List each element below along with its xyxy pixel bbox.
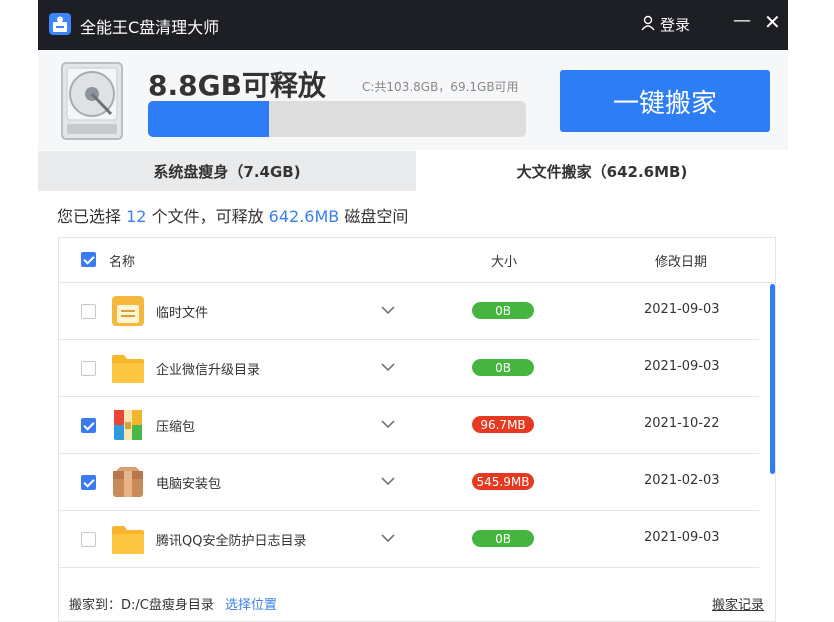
login-button[interactable]: 登录 [640,14,690,35]
table-row[interactable]: 临时文件 0B 2021-09-03 [59,283,759,340]
tab-bar: 系统盘瘦身（7.4GB) 大文件搬家（642.6MB) [38,151,788,191]
select-all-checkbox[interactable] [81,252,96,267]
app-title: 全能王C盘清理大师 [80,18,220,37]
modified-date: 2021-09-03 [644,530,720,545]
chevron-down-icon[interactable] [381,301,395,319]
package-icon [113,467,143,497]
size-badge: 545.9MB [472,473,534,490]
chevron-down-icon[interactable] [381,529,395,547]
file-name: 临时文件 [156,306,209,321]
close-button[interactable]: ✕ [764,10,781,34]
releasable-size: 8.8GB可释放 [148,69,326,102]
file-name: 压缩包 [156,420,196,435]
modified-date: 2021-02-03 [644,473,720,488]
size-badge: 96.7MB [472,416,534,433]
folder-icon [112,526,144,554]
disk-capacity-info: C:共103.8GB，69.1GB可用 [362,80,519,94]
scrollbar[interactable] [770,282,775,572]
file-name: 电脑安装包 [156,477,222,492]
summary-prefix: 您已选择 [57,207,122,226]
chevron-down-icon[interactable] [381,472,395,490]
folder-icon [112,355,144,383]
selection-summary: 您已选择 12 个文件，可释放 642.6MB 磁盘空间 [57,203,408,227]
row-checkbox[interactable] [81,361,96,376]
size-badge: 0B [472,302,534,319]
table-row[interactable]: 压缩包 96.7MB 2021-10-22 [59,397,759,454]
modified-date: 2021-10-22 [644,416,720,431]
tab-large-file-move[interactable]: 大文件搬家（642.6MB) [416,151,788,191]
row-checkbox[interactable] [81,532,96,547]
title-bar: 全能王C盘清理大师 登录 — ✕ [38,0,788,50]
archive-icon [114,410,142,440]
disk-usage-bar [148,101,526,137]
login-label: 登录 [660,16,691,34]
table-footer: 搬家到：D:/C盘瘦身目录 选择位置 搬家记录 [59,578,775,621]
destination-path: 搬家到：D:/C盘瘦身目录 [69,598,214,613]
disk-usage-fill [148,101,269,137]
table-row[interactable]: 腾讯QQ安全防护日志目录 0B 2021-09-03 [59,511,759,568]
column-size: 大小 [491,255,518,270]
summary-middle: 个文件，可释放 [151,207,264,226]
modified-date: 2021-09-03 [644,302,720,317]
one-click-move-button[interactable]: 一键搬家 [560,70,770,132]
minimize-button[interactable]: — [733,10,751,31]
column-name: 名称 [109,255,136,270]
size-badge: 0B [472,530,534,547]
summary-suffix: 磁盘空间 [344,207,409,226]
modified-date: 2021-09-03 [644,359,720,374]
table-row[interactable]: 企业微信升级目录 0B 2021-09-03 [59,340,759,397]
row-checkbox[interactable] [81,304,96,319]
table-header: 名称 大小 修改日期 [59,238,775,283]
selected-size: 642.6MB [268,207,340,226]
move-history-link[interactable]: 搬家记录 [712,594,764,613]
selected-count: 12 [126,207,147,226]
size-badge: 0B [472,359,534,376]
file-name: 腾讯QQ安全防护日志目录 [156,534,307,549]
chevron-down-icon[interactable] [381,415,395,433]
user-icon [640,15,656,35]
table-row[interactable]: 电脑安装包 545.9MB 2021-02-03 [59,454,759,511]
choose-location-link[interactable]: 选择位置 [225,594,277,613]
row-checkbox[interactable] [81,475,96,490]
row-checkbox[interactable] [81,418,96,433]
file-table: 名称 大小 修改日期 临时文件 0B 2021-09-03 企业微信升级目录 0… [58,237,776,622]
app-logo-icon [49,13,71,35]
disk-summary-panel: 8.8GB可释放 C:共103.8GB，69.1GB可用 一键搬家 [38,50,788,150]
chevron-down-icon[interactable] [381,358,395,376]
scrollbar-thumb[interactable] [770,284,775,474]
file-name: 企业微信升级目录 [156,363,261,378]
app-window: 全能王C盘清理大师 登录 — ✕ 8.8GB可释放 C:共103.8GB，69.… [38,0,788,622]
hard-disk-icon [61,62,123,140]
notes-folder-icon [112,296,144,326]
column-date: 修改日期 [655,255,708,270]
tab-system-slim[interactable]: 系统盘瘦身（7.4GB) [38,151,416,191]
